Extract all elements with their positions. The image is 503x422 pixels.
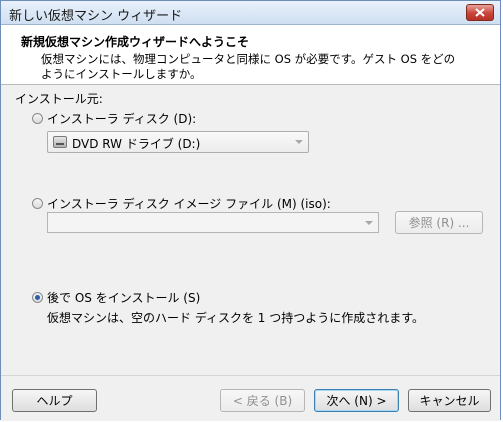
close-icon — [475, 8, 485, 17]
next-button[interactable]: 次へ (N) > — [314, 389, 399, 412]
iso-image-radio[interactable] — [32, 198, 43, 209]
iso-path-combobox[interactable] — [47, 212, 379, 233]
wizard-footer: ヘルプ < 戻る (B) 次へ (N) > キャンセル — [1, 375, 500, 421]
installer-disc-radio-row[interactable]: インストーラ ディスク (D): — [32, 110, 196, 127]
dvd-drive-icon — [53, 136, 67, 148]
installer-disc-label: インストーラ ディスク (D): — [47, 112, 197, 126]
drive-select-value: DVD RW ドライブ (D:) — [72, 137, 201, 151]
title-bar[interactable]: 新しい仮想マシン ウィザード — [1, 1, 500, 25]
back-button[interactable]: < 戻る (B) — [220, 389, 305, 412]
install-later-radio-row[interactable]: 後で OS をインストール (S) — [32, 289, 200, 306]
install-later-label: 後で OS をインストール (S) — [47, 291, 201, 305]
wizard-content: インストール元: インストーラ ディスク (D): DVD RW ドライブ (D… — [1, 85, 500, 375]
iso-path-input[interactable] — [48, 213, 356, 232]
cancel-button[interactable]: キャンセル — [408, 389, 491, 412]
drive-select[interactable]: DVD RW ドライブ (D:) — [47, 131, 309, 153]
wizard-header: 新規仮想マシン作成ウィザードへようこそ 仮想マシンには、物理コンピュータと同様に… — [1, 25, 500, 85]
close-button[interactable] — [466, 4, 494, 21]
install-later-radio[interactable] — [32, 292, 43, 303]
help-button[interactable]: ヘルプ — [12, 389, 97, 412]
header-description: 仮想マシンには、物理コンピュータと同様に OS が必要です。ゲスト OS をどの… — [41, 52, 456, 81]
chevron-down-icon — [365, 221, 373, 225]
iso-image-radio-row[interactable]: インストーラ ディスク イメージ ファイル (M) (iso): — [32, 195, 331, 212]
browse-button[interactable]: 参照 (R) ... — [395, 211, 483, 234]
chevron-down-icon — [295, 140, 303, 144]
installer-disc-radio[interactable] — [32, 113, 43, 124]
install-source-label: インストール元: — [15, 92, 103, 106]
window-title: 新しい仮想マシン ウィザード — [9, 9, 183, 24]
header-title: 新規仮想マシン作成ウィザードへようこそ — [21, 35, 250, 49]
iso-image-label: インストーラ ディスク イメージ ファイル (M) (iso): — [47, 197, 331, 211]
install-later-description: 仮想マシンは、空のハード ディスクを 1 つ持つように作成されます。 — [47, 311, 425, 325]
wizard-window: 新しい仮想マシン ウィザード 新規仮想マシン作成ウィザードへようこそ 仮想マシン… — [0, 0, 501, 421]
